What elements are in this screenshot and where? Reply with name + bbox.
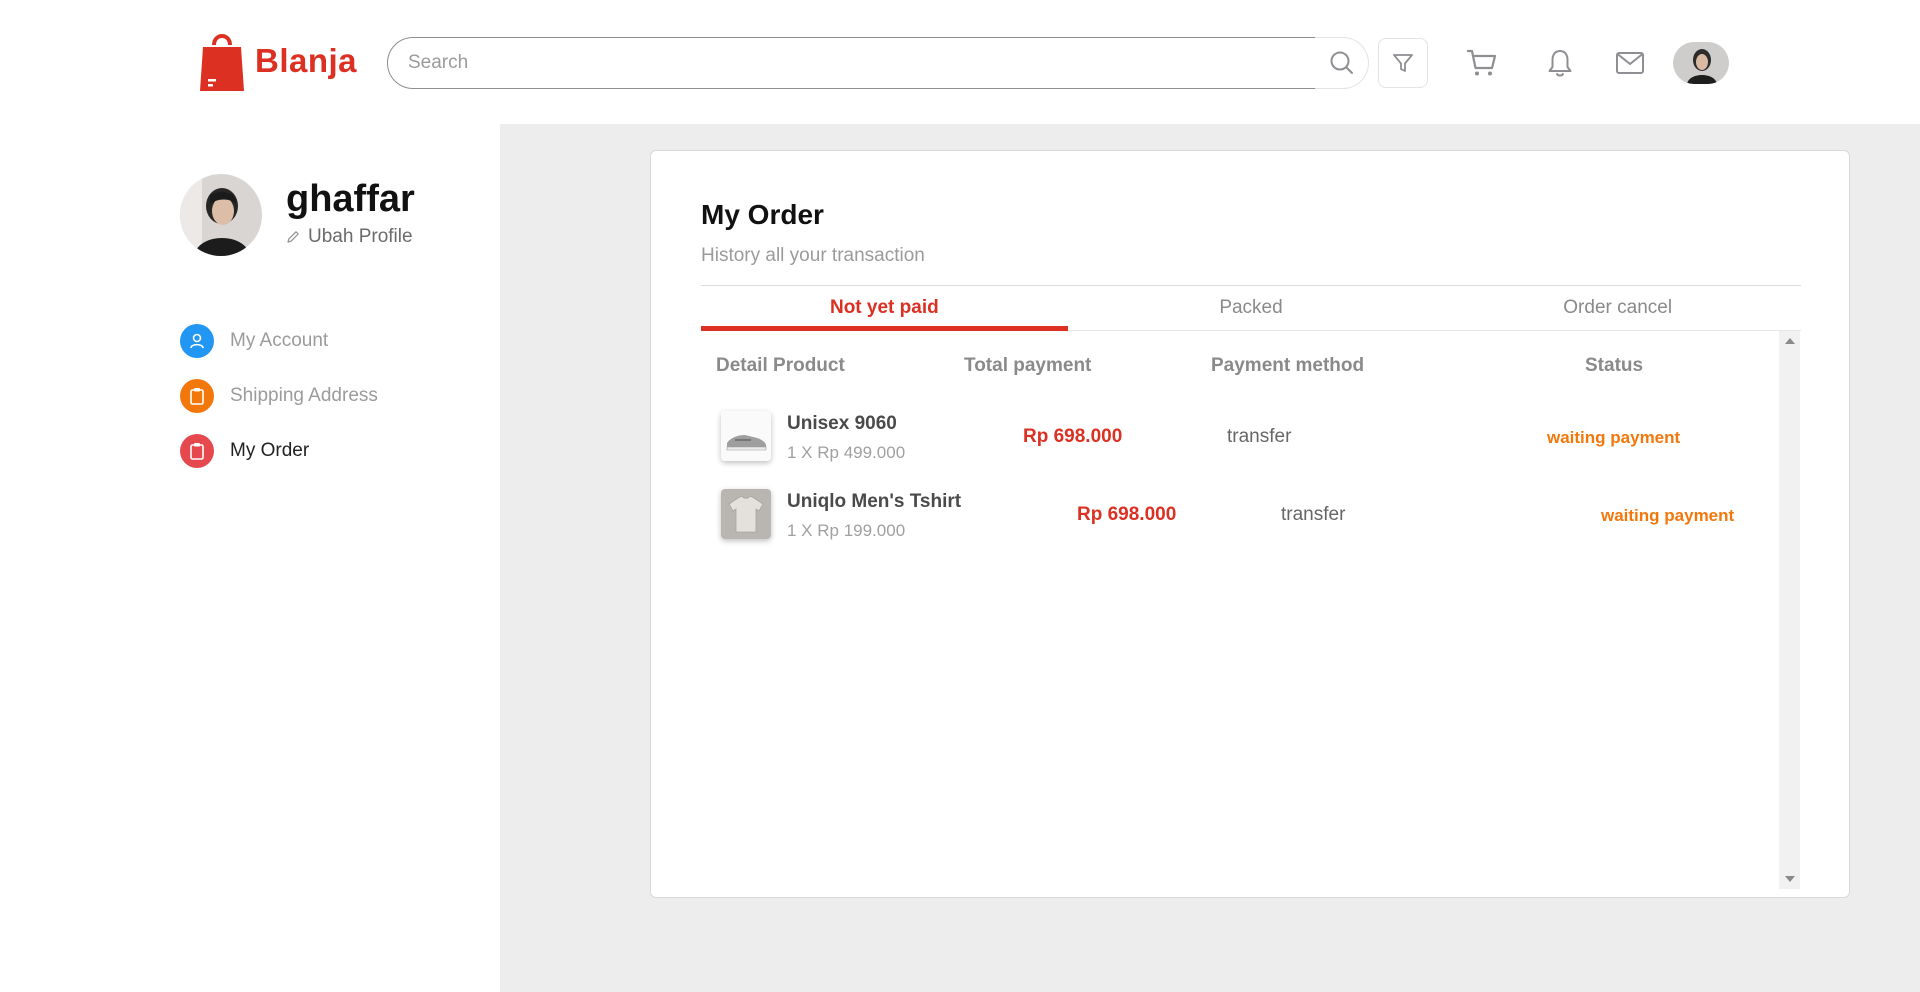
- sidebar-item-label: My Order: [230, 440, 310, 461]
- sidebar-item-my-order[interactable]: My Order: [180, 434, 309, 468]
- sneaker-image: [721, 411, 771, 461]
- my-order-card: My Order History all your transaction No…: [650, 150, 1850, 898]
- clipboard-icon: [180, 379, 214, 413]
- search-icon: [1330, 51, 1353, 74]
- filter-button[interactable]: [1378, 38, 1428, 88]
- brand-name: Blanja: [255, 42, 358, 79]
- product-quantity: 1 X Rp 199.000: [787, 521, 906, 540]
- sidebar-item-my-account[interactable]: My Account: [180, 324, 328, 358]
- cart-button[interactable]: [1463, 44, 1501, 82]
- clipboard-icon: [180, 434, 214, 468]
- total-payment: Rp 698.000: [1077, 504, 1177, 525]
- page-subtitle: History all your transaction: [701, 245, 925, 266]
- user-avatar[interactable]: [1673, 42, 1729, 84]
- search-input[interactable]: [387, 37, 1317, 89]
- product-name: Uniqlo Men's Tshirt: [787, 491, 962, 512]
- sidebar-item-label: My Account: [230, 330, 329, 351]
- avatar-image: [180, 174, 262, 256]
- column-header: Payment method: [1211, 355, 1365, 376]
- profile-name: ghaffar: [286, 178, 415, 220]
- vertical-scrollbar[interactable]: [1779, 331, 1800, 889]
- mail-icon: [1616, 52, 1644, 74]
- tab-not-yet-paid[interactable]: Not yet paid: [701, 286, 1068, 331]
- shopping-bag-icon: [200, 34, 244, 91]
- column-header: Total payment: [964, 355, 1092, 376]
- user-icon: [180, 324, 214, 358]
- tab-order-cancel[interactable]: Order cancel: [1434, 286, 1801, 330]
- edit-profile-link[interactable]: Ubah Profile: [286, 226, 413, 248]
- scroll-down-arrow-icon[interactable]: [1785, 876, 1795, 882]
- sidebar-item-shipping-address[interactable]: Shipping Address: [180, 379, 378, 413]
- payment-method: transfer: [1227, 426, 1292, 447]
- top-navbar: Blanja: [0, 0, 1920, 124]
- page-title: My Order: [701, 199, 824, 230]
- search-button[interactable]: [1315, 37, 1369, 89]
- status-badge: waiting payment: [1601, 506, 1735, 525]
- bell-icon: [1548, 50, 1572, 77]
- tshirt-image: [721, 489, 771, 539]
- avatar-image: [1673, 42, 1729, 84]
- payment-method: transfer: [1281, 504, 1346, 525]
- status-badge: waiting payment: [1547, 428, 1681, 447]
- order-table: Detail Product Total payment Payment met…: [701, 331, 1801, 889]
- column-header: Detail Product: [716, 355, 845, 376]
- product-quantity: 1 X Rp 499.000: [787, 443, 906, 462]
- total-payment: Rp 698.000: [1023, 426, 1123, 447]
- mail-button[interactable]: [1611, 44, 1649, 82]
- pencil-icon: [287, 231, 299, 243]
- sidebar-item-label: Shipping Address: [230, 385, 378, 406]
- edit-profile-label: Ubah Profile: [308, 226, 413, 247]
- filter-icon: [1393, 54, 1413, 72]
- tab-packed[interactable]: Packed: [1068, 286, 1435, 330]
- cart-icon: [1466, 49, 1497, 76]
- search-bar: [387, 37, 1369, 89]
- scroll-up-arrow-icon[interactable]: [1785, 338, 1795, 344]
- profile-avatar: [180, 174, 262, 256]
- notification-button[interactable]: [1541, 44, 1579, 82]
- product-name: Unisex 9060: [787, 413, 897, 434]
- column-header: Status: [1585, 355, 1644, 376]
- order-tabs: Not yet paid Packed Order cancel: [701, 285, 1801, 331]
- brand-logo[interactable]: Blanja: [199, 29, 357, 93]
